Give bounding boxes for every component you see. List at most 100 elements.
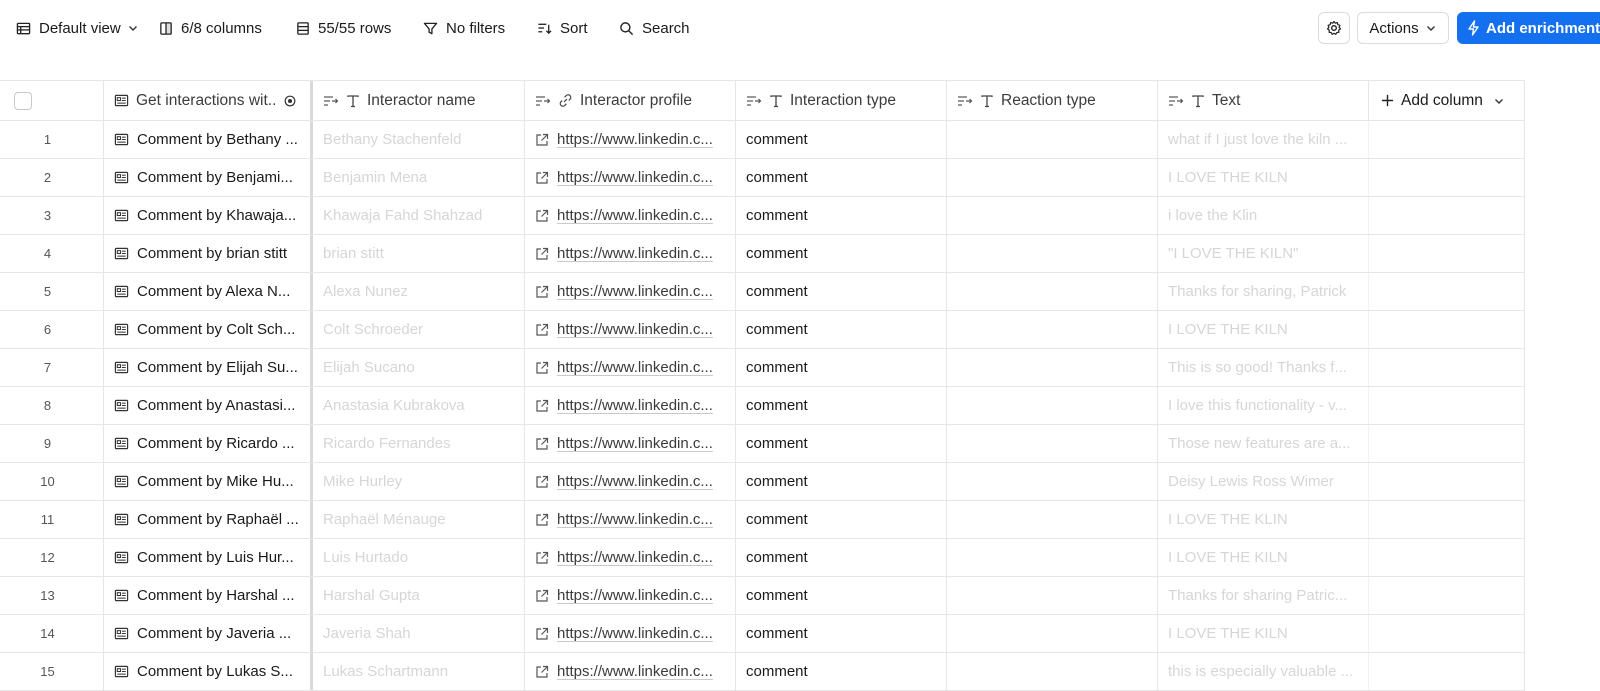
empty-cell[interactable] (1369, 539, 1525, 576)
external-link-icon[interactable] (535, 551, 549, 565)
profile-link[interactable]: https://www.linkedin.c... (557, 625, 713, 642)
text-cell[interactable]: I LOVE THE KLIN (1158, 501, 1369, 538)
row-number-cell[interactable]: 6 (0, 311, 104, 348)
filters-button[interactable]: No filters (423, 14, 505, 42)
interaction-type-cell[interactable]: comment (736, 425, 947, 462)
empty-cell[interactable] (1369, 121, 1525, 158)
interaction-type-cell[interactable]: comment (736, 615, 947, 652)
profile-link[interactable]: https://www.linkedin.c... (557, 359, 713, 376)
table-row[interactable]: 8 Comment by Anastasi... Anastasia Kubra… (0, 387, 1525, 425)
interactor-profile-cell[interactable]: https://www.linkedin.c... (525, 121, 736, 158)
external-link-icon[interactable] (535, 665, 549, 679)
source-cell[interactable]: Comment by Ricardo ... (104, 425, 313, 462)
interactor-profile-cell[interactable]: https://www.linkedin.c... (525, 653, 736, 690)
table-row[interactable]: 3 Comment by Khawaja... Khawaja Fahd Sha… (0, 197, 1525, 235)
text-cell[interactable]: I LOVE THE KILN (1158, 311, 1369, 348)
empty-cell[interactable] (1369, 501, 1525, 538)
row-number-cell[interactable]: 11 (0, 501, 104, 538)
interactor-name-cell[interactable]: Colt Schroeder (313, 311, 525, 348)
source-cell[interactable]: Comment by Javeria ... (104, 615, 313, 652)
interactor-name-cell[interactable]: Anastasia Kubrakova (313, 387, 525, 424)
empty-cell[interactable] (1369, 463, 1525, 500)
table-row[interactable]: 4 Comment by brian stitt brian stitt htt… (0, 235, 1525, 273)
row-number-cell[interactable]: 5 (0, 273, 104, 310)
text-cell[interactable]: Thanks for sharing Patric... (1158, 577, 1369, 614)
empty-cell[interactable] (1369, 159, 1525, 196)
external-link-icon[interactable] (535, 475, 549, 489)
reaction-type-cell[interactable] (947, 349, 1158, 386)
row-number-cell[interactable]: 9 (0, 425, 104, 462)
interactor-profile-cell[interactable]: https://www.linkedin.c... (525, 197, 736, 234)
profile-link[interactable]: https://www.linkedin.c... (557, 321, 713, 338)
add-column-button[interactable]: Add column (1369, 81, 1525, 120)
row-number-cell[interactable]: 10 (0, 463, 104, 500)
empty-cell[interactable] (1369, 349, 1525, 386)
column-header-interaction-type[interactable]: Interaction type (736, 81, 947, 120)
source-cell[interactable]: Comment by Benjami... (104, 159, 313, 196)
external-link-icon[interactable] (535, 361, 549, 375)
table-row[interactable]: 15 Comment by Lukas S... Lukas Schartman… (0, 653, 1525, 691)
empty-cell[interactable] (1369, 615, 1525, 652)
interaction-type-cell[interactable]: comment (736, 463, 947, 500)
interactor-name-cell[interactable]: Khawaja Fahd Shahzad (313, 197, 525, 234)
text-cell[interactable]: I LOVE THE KILN (1158, 615, 1369, 652)
interaction-type-cell[interactable]: comment (736, 235, 947, 272)
reaction-type-cell[interactable] (947, 197, 1158, 234)
interactor-profile-cell[interactable]: https://www.linkedin.c... (525, 235, 736, 272)
interactor-name-cell[interactable]: Mike Hurley (313, 463, 525, 500)
empty-cell[interactable] (1369, 653, 1525, 690)
empty-cell[interactable] (1369, 235, 1525, 272)
reaction-type-cell[interactable] (947, 273, 1158, 310)
column-header-interactor-name[interactable]: Interactor name (313, 81, 525, 120)
interactor-name-cell[interactable]: Elijah Sucano (313, 349, 525, 386)
source-cell[interactable]: Comment by Elijah Su... (104, 349, 313, 386)
profile-link[interactable]: https://www.linkedin.c... (557, 283, 713, 300)
interactor-profile-cell[interactable]: https://www.linkedin.c... (525, 349, 736, 386)
table-row[interactable]: 14 Comment by Javeria ... Javeria Shah h… (0, 615, 1525, 653)
source-cell[interactable]: Comment by Khawaja... (104, 197, 313, 234)
interactor-profile-cell[interactable]: https://www.linkedin.c... (525, 577, 736, 614)
profile-link[interactable]: https://www.linkedin.c... (557, 549, 713, 566)
interactor-name-cell[interactable]: Alexa Nunez (313, 273, 525, 310)
table-row[interactable]: 13 Comment by Harshal ... Harshal Gupta … (0, 577, 1525, 615)
column-header-text[interactable]: Text (1158, 81, 1369, 120)
interaction-type-cell[interactable]: comment (736, 159, 947, 196)
interactor-name-cell[interactable]: Benjamin Mena (313, 159, 525, 196)
external-link-icon[interactable] (535, 589, 549, 603)
interactor-profile-cell[interactable]: https://www.linkedin.c... (525, 539, 736, 576)
interaction-type-cell[interactable]: comment (736, 349, 947, 386)
interactor-profile-cell[interactable]: https://www.linkedin.c... (525, 615, 736, 652)
reaction-type-cell[interactable] (947, 539, 1158, 576)
table-row[interactable]: 11 Comment by Raphaël ... Raphaël Ménaug… (0, 501, 1525, 539)
interactor-profile-cell[interactable]: https://www.linkedin.c... (525, 463, 736, 500)
profile-link[interactable]: https://www.linkedin.c... (557, 207, 713, 224)
profile-link[interactable]: https://www.linkedin.c... (557, 131, 713, 148)
profile-link[interactable]: https://www.linkedin.c... (557, 435, 713, 452)
profile-link[interactable]: https://www.linkedin.c... (557, 397, 713, 414)
row-number-cell[interactable]: 14 (0, 615, 104, 652)
add-enrichment-button[interactable]: Add enrichment (1457, 12, 1600, 44)
profile-link[interactable]: https://www.linkedin.c... (557, 245, 713, 262)
reaction-type-cell[interactable] (947, 463, 1158, 500)
empty-cell[interactable] (1369, 197, 1525, 234)
column-header-get-interactions[interactable]: Get interactions wit.. (104, 81, 313, 120)
text-cell[interactable]: this is especially valuable ... (1158, 653, 1369, 690)
row-number-cell[interactable]: 13 (0, 577, 104, 614)
external-link-icon[interactable] (535, 437, 549, 451)
text-cell[interactable]: Those new features are a... (1158, 425, 1369, 462)
text-cell[interactable]: i love the Klin (1158, 197, 1369, 234)
profile-link[interactable]: https://www.linkedin.c... (557, 663, 713, 680)
row-number-cell[interactable]: 7 (0, 349, 104, 386)
interactor-name-cell[interactable]: Raphaël Ménauge (313, 501, 525, 538)
table-row[interactable]: 7 Comment by Elijah Su... Elijah Sucano … (0, 349, 1525, 387)
actions-button[interactable]: Actions (1357, 12, 1449, 44)
reaction-type-cell[interactable] (947, 235, 1158, 272)
reaction-type-cell[interactable] (947, 387, 1158, 424)
search-button[interactable]: Search (619, 14, 690, 42)
table-row[interactable]: 2 Comment by Benjami... Benjamin Mena ht… (0, 159, 1525, 197)
profile-link[interactable]: https://www.linkedin.c... (557, 587, 713, 604)
source-cell[interactable]: Comment by Mike Hu... (104, 463, 313, 500)
column-header-reaction-type[interactable]: Reaction type (947, 81, 1158, 120)
external-link-icon[interactable] (535, 513, 549, 527)
interaction-type-cell[interactable]: comment (736, 387, 947, 424)
